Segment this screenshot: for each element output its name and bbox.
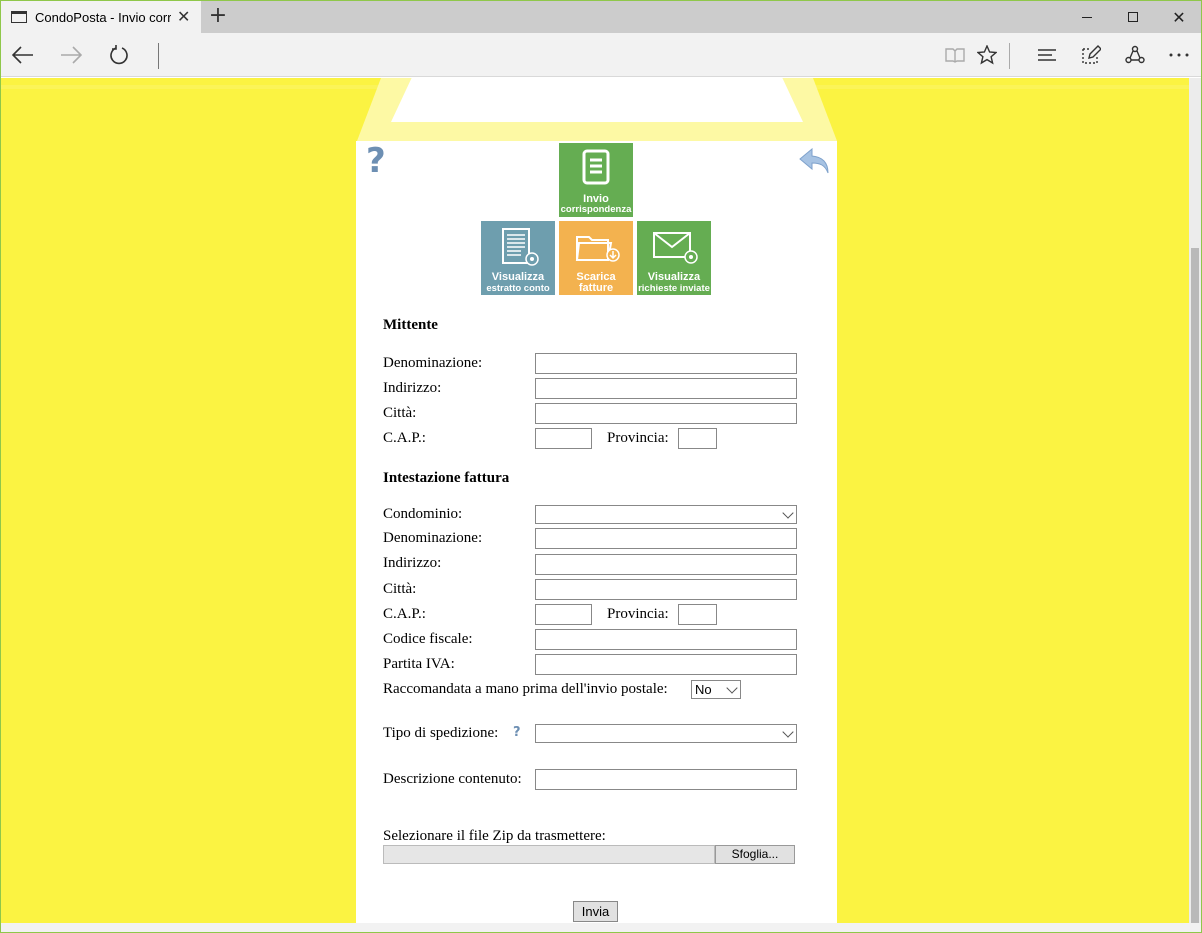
label-raccomandata: Raccomandata a mano prima dell'invio pos… (383, 681, 668, 697)
tile-richieste-line2: richieste inviate (638, 283, 710, 294)
more-button[interactable] (1163, 39, 1195, 71)
label-condominio: Condominio: (383, 506, 463, 522)
input-fattura-provincia[interactable] (678, 604, 717, 625)
tile-visualizza-richieste-inviate[interactable]: Visualizza richieste inviate (637, 221, 711, 295)
file-path-field[interactable] (383, 845, 715, 864)
input-fattura-cap[interactable] (535, 604, 592, 625)
minimize-button[interactable] (1064, 1, 1110, 33)
window-close-button[interactable]: ✕ (1156, 1, 1201, 33)
close-tab-icon[interactable]: ✕ (177, 7, 190, 27)
label-fattura-provincia: Provincia: (607, 606, 669, 622)
tile-invio-line2: corrispondenza (560, 204, 632, 215)
forward-button[interactable] (55, 39, 87, 71)
input-mittente-citta[interactable] (535, 403, 797, 424)
select-raccomandata-value: No (695, 682, 712, 697)
input-fattura-indirizzo[interactable] (535, 554, 797, 575)
tile-fatture-line2: fatture (578, 282, 614, 294)
select-condominio[interactable] (535, 505, 797, 524)
address-separator (158, 43, 159, 69)
maximize-button[interactable] (1110, 1, 1156, 33)
input-mittente-denominazione[interactable] (535, 353, 797, 374)
help-icon[interactable]: ? (366, 141, 386, 181)
chevron-down-icon (782, 726, 794, 738)
forward-icon (61, 46, 82, 64)
back-button[interactable] (7, 39, 39, 71)
envelope-view-icon (653, 232, 698, 264)
status-strip (1, 923, 1201, 932)
favorite-button[interactable] (971, 39, 1003, 71)
statement-view-icon (502, 228, 539, 266)
input-mittente-cap[interactable] (535, 428, 592, 449)
label-mittente-cap: C.A.P.: (383, 430, 426, 446)
vertical-scrollbar[interactable] (1189, 78, 1201, 923)
refresh-icon (110, 45, 128, 65)
chevron-down-icon (726, 682, 738, 694)
label-fattura-cap: C.A.P.: (383, 606, 426, 622)
section-title-intestazione-fattura: Intestazione fattura (383, 470, 510, 486)
back-icon (12, 46, 33, 64)
browse-button[interactable]: Sfoglia... (715, 845, 795, 864)
maximize-icon (1128, 12, 1138, 22)
back-arrow-icon[interactable] (796, 145, 832, 181)
label-descrizione-contenuto: Descrizione contenuto: (383, 771, 522, 787)
header-trapezoid-inner (391, 78, 803, 122)
label-mittente-indirizzo: Indirizzo: (383, 380, 442, 396)
help-spedizione-icon[interactable]: ? (513, 725, 521, 740)
chevron-down-icon (782, 507, 794, 519)
reading-view-icon (945, 48, 965, 63)
label-tipo-spedizione: Tipo di spedizione: (383, 725, 499, 741)
input-fattura-citta[interactable] (535, 579, 797, 600)
navigation-bar (1, 33, 1201, 77)
scrollbar-thumb[interactable] (1191, 248, 1199, 923)
form-panel: ? Invio corrispondenza Visualizza estrat… (356, 141, 837, 923)
document-icon (582, 149, 610, 185)
input-mittente-indirizzo[interactable] (535, 378, 797, 399)
submit-button[interactable]: Invia (573, 901, 618, 922)
select-raccomandata[interactable]: No (691, 680, 741, 699)
input-fattura-denominazione[interactable] (535, 528, 797, 549)
new-tab-button[interactable]: + (205, 4, 231, 30)
tile-richieste-line1: Visualizza (647, 271, 701, 283)
label-file-zip: Selezionare il file Zip da trasmettere: (383, 828, 606, 844)
input-codice-fiscale[interactable] (535, 629, 797, 650)
label-fattura-indirizzo: Indirizzo: (383, 555, 442, 571)
input-partita-iva[interactable] (535, 654, 797, 675)
input-mittente-provincia[interactable] (678, 428, 717, 449)
label-partita-iva: Partita IVA: (383, 656, 455, 672)
tile-scarica-fatture[interactable]: Scarica fatture (559, 221, 633, 295)
tab-title: CondoPosta - Invio corr (35, 9, 171, 25)
hub-button[interactable] (1031, 39, 1063, 71)
folder-download-icon (575, 236, 620, 262)
tile-estratto-line1: Visualizza (491, 271, 545, 283)
page-viewport: ? Invio corrispondenza Visualizza estrat… (1, 78, 1189, 923)
share-icon (1125, 45, 1145, 64)
minimize-icon (1082, 16, 1092, 18)
browser-tab[interactable]: CondoPosta - Invio corr ✕ (1, 1, 201, 33)
label-fattura-citta: Città: (383, 581, 417, 597)
web-note-icon (1082, 45, 1101, 64)
toolbar-separator (1009, 43, 1010, 69)
share-button[interactable] (1119, 39, 1151, 71)
input-descrizione-contenuto[interactable] (535, 769, 797, 790)
more-icon (1169, 53, 1189, 57)
page-icon (11, 11, 27, 23)
label-codice-fiscale: Codice fiscale: (383, 631, 473, 647)
label-mittente-provincia: Provincia: (607, 430, 669, 446)
select-tipo-spedizione[interactable] (535, 724, 797, 743)
browser-window: CondoPosta - Invio corr ✕ + ✕ ? Invio co… (0, 0, 1202, 933)
hub-icon (1038, 49, 1056, 61)
label-fattura-denominazione: Denominazione: (383, 530, 483, 546)
reading-view-button[interactable] (939, 39, 971, 71)
web-note-button[interactable] (1075, 39, 1107, 71)
favorite-star-icon (977, 45, 997, 65)
tile-visualizza-estratto-conto[interactable]: Visualizza estratto conto (481, 221, 555, 295)
tile-invio-corrispondenza[interactable]: Invio corrispondenza (559, 143, 633, 217)
section-title-mittente: Mittente (383, 317, 438, 333)
tile-estratto-line2: estratto conto (486, 283, 550, 294)
label-mittente-citta: Città: (383, 405, 417, 421)
label-mittente-denominazione: Denominazione: (383, 355, 483, 371)
refresh-button[interactable] (103, 39, 135, 71)
title-bar: CondoPosta - Invio corr ✕ + ✕ (1, 1, 1201, 33)
